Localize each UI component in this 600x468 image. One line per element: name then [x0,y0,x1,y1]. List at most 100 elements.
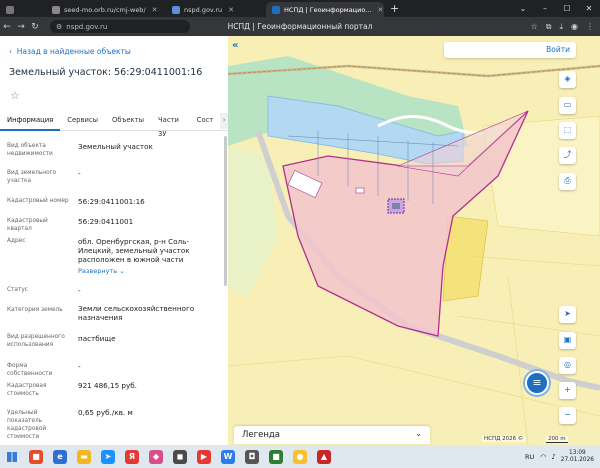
attr-label: Вид разрешенного использования [7,334,65,348]
close-icon[interactable]: ✕ [378,6,384,14]
legend-dropdown[interactable]: Легенда ⌄ [234,426,430,444]
browser-tab-2[interactable]: seed-mo.orb.ru/cmj-web/ ✕ [46,2,166,17]
attr-value: обл. Оренбургская, р-н Соль-Илецкий, зем… [78,237,190,264]
tab-label: nspd.gov.ru [184,5,223,14]
remote-icon[interactable]: ▶ [197,449,211,464]
page-title: НСПД | Геоинформационный портал [227,22,373,31]
start-button[interactable] [0,445,24,468]
close-window-icon[interactable]: ✕ [578,4,600,13]
attr-value: - [78,286,81,295]
structure-core [392,203,400,209]
tab-label: НСПД | Геоинформацио... [284,5,372,14]
panel-scrollbar[interactable] [224,136,227,286]
tab-parts[interactable]: Части ЗУ [151,113,190,138]
attr-label: Форма собственности [7,363,53,377]
new-tab-button[interactable]: + [384,2,405,17]
attr-value: 921 486,15 руб. [78,381,137,390]
tab-composition[interactable]: Сост [190,113,221,131]
attr-value: 56:29:0411001:16 [78,197,145,206]
maximize-icon[interactable]: ☐ [556,4,578,13]
minimize-icon[interactable]: – [534,4,556,13]
select-area-icon[interactable]: ⬚ [559,122,576,139]
favorite-star-icon[interactable]: ☆ [10,89,20,102]
windows-logo-icon [7,451,17,462]
date: 27.01.2026 [560,456,594,463]
share-icon[interactable]: ⤴ [559,147,576,164]
network-icon[interactable]: ◠ [540,453,546,461]
browser-tab-1[interactable] [0,2,46,17]
main-menu-button[interactable]: ≡ [525,371,549,395]
chevron-down-icon: ⌄ [119,267,125,275]
map-scale: 200 m [546,436,568,443]
tabs-scroll-right-icon[interactable]: › [220,113,228,129]
url-text: nspd.gov.ru [66,22,108,31]
header-bar: Войти [444,42,576,58]
reload-icon[interactable]: ↻ [28,22,42,32]
attr-value: 56:29:0411001 [78,217,134,226]
tab-objects[interactable]: Объекты [105,113,151,131]
building [355,187,365,194]
attr-label: Кадастровый номер [7,198,69,204]
browser-tab-3[interactable]: nspd.gov.ru ✕ [166,2,266,17]
map-view[interactable]: « Войти ◈ ▭ ⬚ ⤴ ⎙ ➤ ▣ ◎ + − ≡ Легенда ⌄ … [228,36,600,445]
map-copyright: НСПД 2026 © [482,436,526,442]
site-info-icon[interactable]: ⚙ [56,23,62,31]
tab-services[interactable]: Сервисы [60,113,105,131]
back-arrow-icon[interactable]: ← [0,22,14,32]
attr-value: Земельный участок [78,142,153,151]
chrome-icon[interactable]: ● [293,449,307,464]
attr-label: Вид объекта недвижимости [7,143,53,157]
zoom-in-button[interactable]: + [559,382,576,399]
url-input[interactable]: ⚙ nspd.gov.ru [50,20,190,33]
office-icon[interactable]: ■ [29,449,43,464]
screen-icon[interactable]: ▣ [559,332,576,349]
paint-icon[interactable]: ◆ [149,449,163,464]
address-bar: ← → ↻ ⚙ nspd.gov.ru НСПД | Геоинформацио… [0,17,600,36]
attr-value: пастбище [78,334,116,343]
file-explorer-icon[interactable]: ▬ [77,449,91,464]
language-indicator[interactable]: RU [525,453,534,461]
attr-value: Земли сельскохозяйственного назначения [78,304,195,322]
expand-address-link[interactable]: Развернуть ⌄ [78,266,218,276]
browser-tab-active[interactable]: НСПД | Геоинформацио... ✕ [266,2,384,17]
extensions-icon[interactable]: ⧉ [546,22,552,32]
expand-label: Развернуть [78,267,118,275]
back-to-results-link[interactable]: ‹ Назад в найденные объекты [9,47,131,56]
media-icon[interactable]: ◘ [245,449,259,464]
layers-icon[interactable]: ◈ [559,71,576,88]
app-icon[interactable]: ■ [269,449,283,464]
tab-favicon-icon [6,5,14,14]
close-icon[interactable]: ✕ [228,6,234,14]
pdf-icon[interactable]: ▲ [317,449,331,464]
attr-label: Удельный показатель кадастровой стоимост… [7,410,47,440]
zoom-out-button[interactable]: − [559,407,576,424]
navigate-icon[interactable]: ➤ [559,306,576,323]
game-icon[interactable]: ◼ [173,449,187,464]
collapse-panel-button[interactable]: « [232,40,246,54]
telegram-icon[interactable]: ➤ [101,449,115,464]
chevron-down-icon: ⌄ [415,429,422,438]
chevron-down-icon[interactable]: ⌄ [512,4,534,13]
word-icon[interactable]: W [221,449,235,464]
yandex-icon[interactable]: Я [125,449,139,464]
profile-icon[interactable]: ◉ [571,22,578,31]
forward-arrow-icon[interactable]: → [14,22,28,32]
menu-dots-icon[interactable]: ⋮ [586,22,594,31]
bookmark-star-icon[interactable]: ☆ [531,22,538,31]
object-info-panel: ‹ Назад в найденные объекты Земельный уч… [0,36,228,445]
login-button[interactable]: Войти [546,45,570,54]
time: 13:09 [569,449,586,456]
address-bar-actions: ☆ ⧉ ⤓ ◉ ⋮ [523,22,600,32]
tab-information[interactable]: Информация [0,113,61,131]
back-link-label: Назад в найденные объекты [16,47,131,56]
tab-favicon-icon [272,5,280,14]
basemap-icon[interactable]: ▭ [559,97,576,114]
attr-value: - [78,362,81,371]
volume-icon[interactable]: ♪ [551,453,555,461]
close-icon[interactable]: ✕ [152,6,158,14]
edge-icon[interactable]: e [53,449,67,464]
clock[interactable]: 13:09 27.01.2026 [561,450,594,464]
print-icon[interactable]: ⎙ [559,173,576,190]
download-icon[interactable]: ⤓ [559,22,563,32]
location-icon[interactable]: ◎ [559,357,576,374]
